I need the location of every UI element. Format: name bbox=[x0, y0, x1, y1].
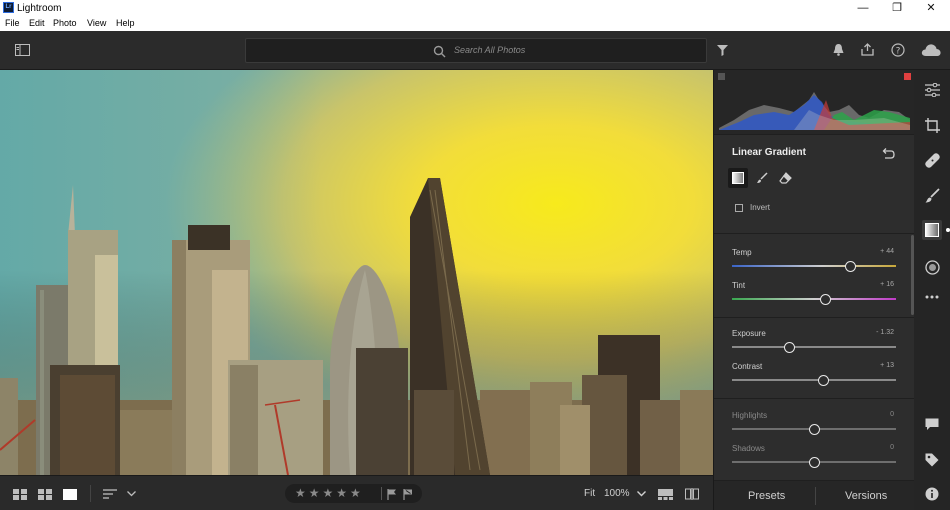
edit-sliders-icon[interactable] bbox=[922, 80, 942, 100]
shadow-clipping-indicator[interactable] bbox=[718, 73, 725, 80]
radial-gradient-icon[interactable] bbox=[922, 257, 942, 277]
panel-title: Linear Gradient bbox=[732, 147, 806, 158]
share-icon[interactable] bbox=[860, 42, 875, 57]
title-bar: Lr Lightroom — ❐ ✕ bbox=[0, 0, 950, 17]
photo-canvas[interactable] bbox=[0, 70, 713, 475]
tint-slider-track[interactable] bbox=[732, 298, 896, 300]
slider-label-contrast: Contrast bbox=[732, 362, 763, 371]
close-button[interactable]: ✕ bbox=[914, 0, 948, 17]
square-grid-view-icon[interactable] bbox=[37, 487, 53, 501]
detail-view-icon[interactable] bbox=[62, 487, 78, 501]
search-field[interactable]: Search All Photos bbox=[245, 38, 707, 63]
rating-divider bbox=[381, 487, 382, 500]
slider-label-tint: Tint bbox=[732, 281, 746, 290]
info-icon[interactable] bbox=[922, 484, 942, 504]
zoom-level[interactable]: 100% bbox=[604, 488, 630, 499]
section-divider bbox=[714, 398, 915, 399]
lightroom-app-icon: Lr bbox=[3, 2, 14, 13]
versions-tab[interactable]: Versions bbox=[845, 490, 887, 502]
histogram bbox=[714, 70, 915, 135]
shadows-slider-thumb[interactable] bbox=[808, 456, 820, 468]
histogram-graph bbox=[719, 92, 910, 130]
slider-value-exposure[interactable]: - 1.32 bbox=[876, 329, 894, 336]
menu-view[interactable]: View bbox=[87, 18, 106, 28]
slider-label-temp: Temp bbox=[732, 248, 752, 257]
brush-icon bbox=[757, 172, 768, 183]
temp-slider-track[interactable] bbox=[732, 265, 896, 267]
highlights-slider-thumb[interactable] bbox=[808, 423, 820, 435]
filter-icon[interactable] bbox=[715, 43, 729, 57]
edit-panel: Linear Gradient Invert Temp + 44 Tint + … bbox=[713, 70, 915, 510]
star-rating[interactable]: ★★★★★ bbox=[295, 486, 364, 500]
window-title: Lightroom bbox=[17, 3, 62, 14]
right-tool-strip bbox=[914, 70, 950, 510]
city-skyline-photo bbox=[0, 70, 713, 475]
top-toolbar: Search All Photos ? bbox=[0, 31, 950, 70]
gradient-tool-button[interactable] bbox=[728, 168, 748, 188]
pick-flag-icon[interactable] bbox=[386, 488, 398, 500]
slider-label-shadows: Shadows bbox=[732, 444, 765, 453]
healing-bandage-icon[interactable] bbox=[922, 150, 942, 170]
slider-value-shadows[interactable]: 0 bbox=[890, 444, 894, 451]
highlight-clipping-indicator[interactable] bbox=[904, 73, 911, 80]
filmstrip-icon[interactable] bbox=[657, 487, 673, 501]
slider-label-highlights: Highlights bbox=[732, 411, 768, 420]
grid-view-icon[interactable] bbox=[12, 487, 28, 501]
notifications-bell-icon[interactable] bbox=[831, 43, 845, 57]
panel-bottom-tabs: Presets Versions bbox=[714, 480, 915, 510]
eraser-icon bbox=[778, 172, 792, 184]
svg-text:?: ? bbox=[895, 46, 900, 56]
slider-value-temp[interactable]: + 44 bbox=[880, 248, 894, 255]
slider-value-tint[interactable]: + 16 bbox=[880, 281, 894, 288]
linear-gradient-mask-icon[interactable] bbox=[922, 220, 942, 240]
menu-file[interactable]: File bbox=[5, 18, 20, 28]
presets-tab[interactable]: Presets bbox=[748, 490, 785, 502]
bottom-toolbar: ★★★★★ Fit 100% bbox=[0, 475, 713, 510]
search-placeholder: Search All Photos bbox=[454, 45, 526, 55]
exposure-slider-thumb[interactable] bbox=[783, 341, 795, 353]
section-divider bbox=[714, 317, 915, 318]
menu-help[interactable]: Help bbox=[116, 18, 135, 28]
sort-icon[interactable] bbox=[102, 487, 118, 501]
slider-label-exposure: Exposure bbox=[732, 329, 766, 338]
minimize-button[interactable]: — bbox=[846, 0, 880, 17]
menu-bar: File Edit Photo View Help bbox=[0, 17, 950, 31]
menu-edit[interactable]: Edit bbox=[29, 18, 45, 28]
cloud-sync-icon[interactable] bbox=[920, 42, 942, 57]
tint-slider-thumb[interactable] bbox=[819, 293, 831, 305]
rating-and-flag-control: ★★★★★ bbox=[285, 484, 422, 503]
contrast-slider-track[interactable] bbox=[732, 379, 896, 381]
reject-flag-icon[interactable] bbox=[402, 488, 414, 500]
tab-divider bbox=[815, 487, 816, 505]
contrast-slider-thumb[interactable] bbox=[818, 374, 830, 386]
invert-label: Invert bbox=[750, 203, 771, 212]
temp-slider-thumb[interactable] bbox=[844, 260, 856, 272]
chevron-down-icon[interactable] bbox=[125, 488, 137, 500]
maximize-button[interactable]: ❐ bbox=[880, 0, 914, 17]
section-divider bbox=[714, 233, 915, 234]
help-icon[interactable]: ? bbox=[890, 42, 905, 57]
slider-value-highlights[interactable]: 0 bbox=[890, 411, 894, 418]
slider-value-contrast[interactable]: + 13 bbox=[880, 362, 894, 369]
crop-icon[interactable] bbox=[922, 115, 942, 135]
more-options-icon[interactable] bbox=[922, 287, 942, 307]
brush-mask-icon[interactable] bbox=[922, 185, 942, 205]
before-after-compare-icon[interactable] bbox=[684, 487, 700, 501]
zoom-dropdown-chevron-icon[interactable] bbox=[636, 489, 646, 499]
exposure-slider-track[interactable] bbox=[732, 346, 896, 348]
search-icon bbox=[432, 44, 446, 58]
eraser-tool-button[interactable] bbox=[775, 168, 795, 188]
active-tool-indicator bbox=[946, 228, 950, 232]
comment-icon[interactable] bbox=[922, 414, 942, 434]
linear-gradient-icon bbox=[732, 172, 744, 184]
brush-tool-button[interactable] bbox=[752, 168, 772, 188]
sidebar-toggle-icon[interactable] bbox=[14, 43, 31, 57]
toolbar-divider bbox=[90, 485, 91, 502]
reset-undo-icon[interactable] bbox=[880, 146, 896, 160]
fit-zoom-label[interactable]: Fit bbox=[584, 488, 595, 499]
tag-icon[interactable] bbox=[922, 450, 942, 470]
menu-photo[interactable]: Photo bbox=[53, 18, 77, 28]
invert-checkbox[interactable] bbox=[735, 204, 743, 212]
